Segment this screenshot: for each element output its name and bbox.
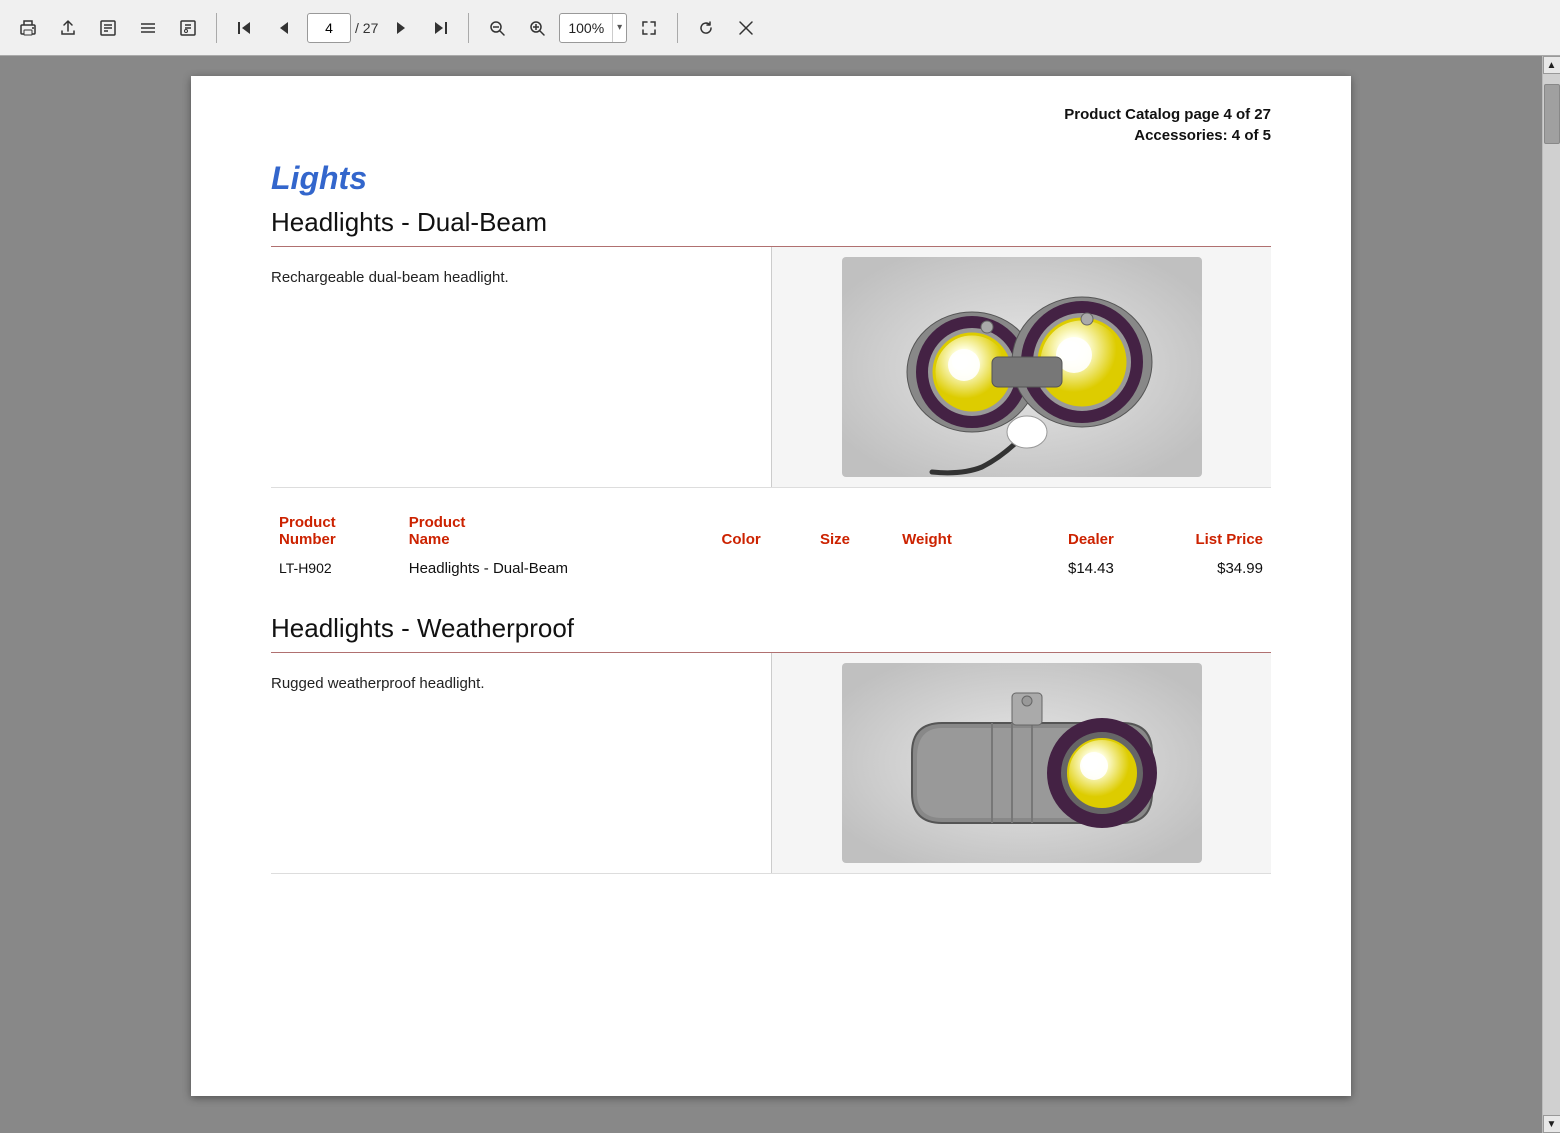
print-button[interactable]: [10, 10, 46, 46]
cell-size: [812, 554, 894, 583]
dual-beam-headlight-image: [842, 257, 1202, 477]
first-page-button[interactable]: [227, 10, 263, 46]
weatherproof-headlight-image: [842, 663, 1202, 863]
product-dual-beam: Headlights - Dual-Beam Rechargeable dual…: [271, 207, 1271, 583]
sep-2: [468, 13, 469, 43]
cell-weight: [894, 554, 1011, 583]
product-weatherproof-title: Headlights - Weatherproof: [271, 613, 1271, 644]
scroll-down-button[interactable]: ▼: [1543, 1115, 1560, 1133]
zoom-out-button[interactable]: [479, 10, 515, 46]
zoom-level: 100%: [560, 20, 612, 36]
cell-product-name: Headlights - Dual-Beam: [401, 554, 714, 583]
product-dual-beam-title: Headlights - Dual-Beam: [271, 207, 1271, 238]
product-dual-beam-block: Rechargeable dual-beam headlight.: [271, 247, 1271, 488]
sep-3: [677, 13, 678, 43]
product-weatherproof-desc: Rugged weatherproof headlight.: [271, 653, 771, 873]
page-navigation: 4 / 27: [227, 10, 458, 46]
annotate-button[interactable]: [90, 10, 126, 46]
toolbar: 4 / 27: [0, 0, 1560, 56]
scrollbar[interactable]: ▲ ▼: [1542, 56, 1560, 1133]
zoom-selector[interactable]: 100% ▾: [559, 13, 627, 43]
product-dual-beam-image-cell: [771, 247, 1271, 487]
content-area: Product Catalog page 4 of 27 Accessories…: [0, 56, 1560, 1133]
col-header-color: Color: [714, 508, 812, 554]
zoom-dropdown-arrow[interactable]: ▾: [612, 14, 626, 42]
menu-button[interactable]: [130, 10, 166, 46]
cell-list-price: $34.99: [1122, 554, 1271, 583]
col-header-weight: Weight: [894, 508, 1011, 554]
table-row: LT-H902 Headlights - Dual-Beam $14.43 $3…: [271, 554, 1271, 583]
col-header-product-name: ProductName: [401, 508, 714, 554]
scroll-up-button[interactable]: ▲: [1543, 56, 1560, 74]
catalog-page-title: Product Catalog page 4 of 27: [271, 106, 1271, 123]
last-page-button[interactable]: [422, 10, 458, 46]
close-button[interactable]: [728, 10, 764, 46]
next-page-button[interactable]: [382, 10, 418, 46]
share-button[interactable]: [50, 10, 86, 46]
scroll-track[interactable]: [1543, 74, 1560, 1115]
product-dual-beam-desc: Rechargeable dual-beam headlight.: [271, 247, 771, 487]
prev-page-button[interactable]: [267, 10, 303, 46]
section-title-lights: Lights: [271, 160, 1271, 197]
col-header-size: Size: [812, 508, 894, 554]
cell-color: [714, 554, 812, 583]
product-weatherproof-image-cell: [771, 653, 1271, 873]
zoom-in-button[interactable]: [519, 10, 555, 46]
toolbar-file-group: [10, 10, 206, 46]
product-weatherproof-block: Rugged weatherproof headlight.: [271, 653, 1271, 874]
product-dual-beam-table: ProductNumber ProductName Color Size Wei…: [271, 508, 1271, 583]
page-number-input[interactable]: 4: [307, 13, 351, 43]
pdf-page: Product Catalog page 4 of 27 Accessories…: [191, 76, 1351, 1096]
pdf-viewer[interactable]: Product Catalog page 4 of 27 Accessories…: [0, 56, 1542, 1133]
col-header-list-price: List Price: [1122, 508, 1271, 554]
props-button[interactable]: [170, 10, 206, 46]
refresh-button[interactable]: [688, 10, 724, 46]
cell-product-number: LT-H902: [271, 554, 401, 583]
col-header-dealer: Dealer: [1011, 508, 1121, 554]
col-header-product-number: ProductNumber: [271, 508, 401, 554]
page-header: Product Catalog page 4 of 27 Accessories…: [271, 106, 1271, 144]
toolbar-actions-group: [688, 10, 764, 46]
scroll-thumb[interactable]: [1544, 84, 1560, 144]
zoom-controls: 100% ▾: [479, 10, 667, 46]
fullscreen-button[interactable]: [631, 10, 667, 46]
product-weatherproof: Headlights - Weatherproof Rugged weather…: [271, 613, 1271, 874]
accessories-subtitle: Accessories: 4 of 5: [271, 127, 1271, 144]
sep-1: [216, 13, 217, 43]
page-total-label: / 27: [355, 20, 378, 36]
cell-dealer-price: $14.43: [1011, 554, 1121, 583]
